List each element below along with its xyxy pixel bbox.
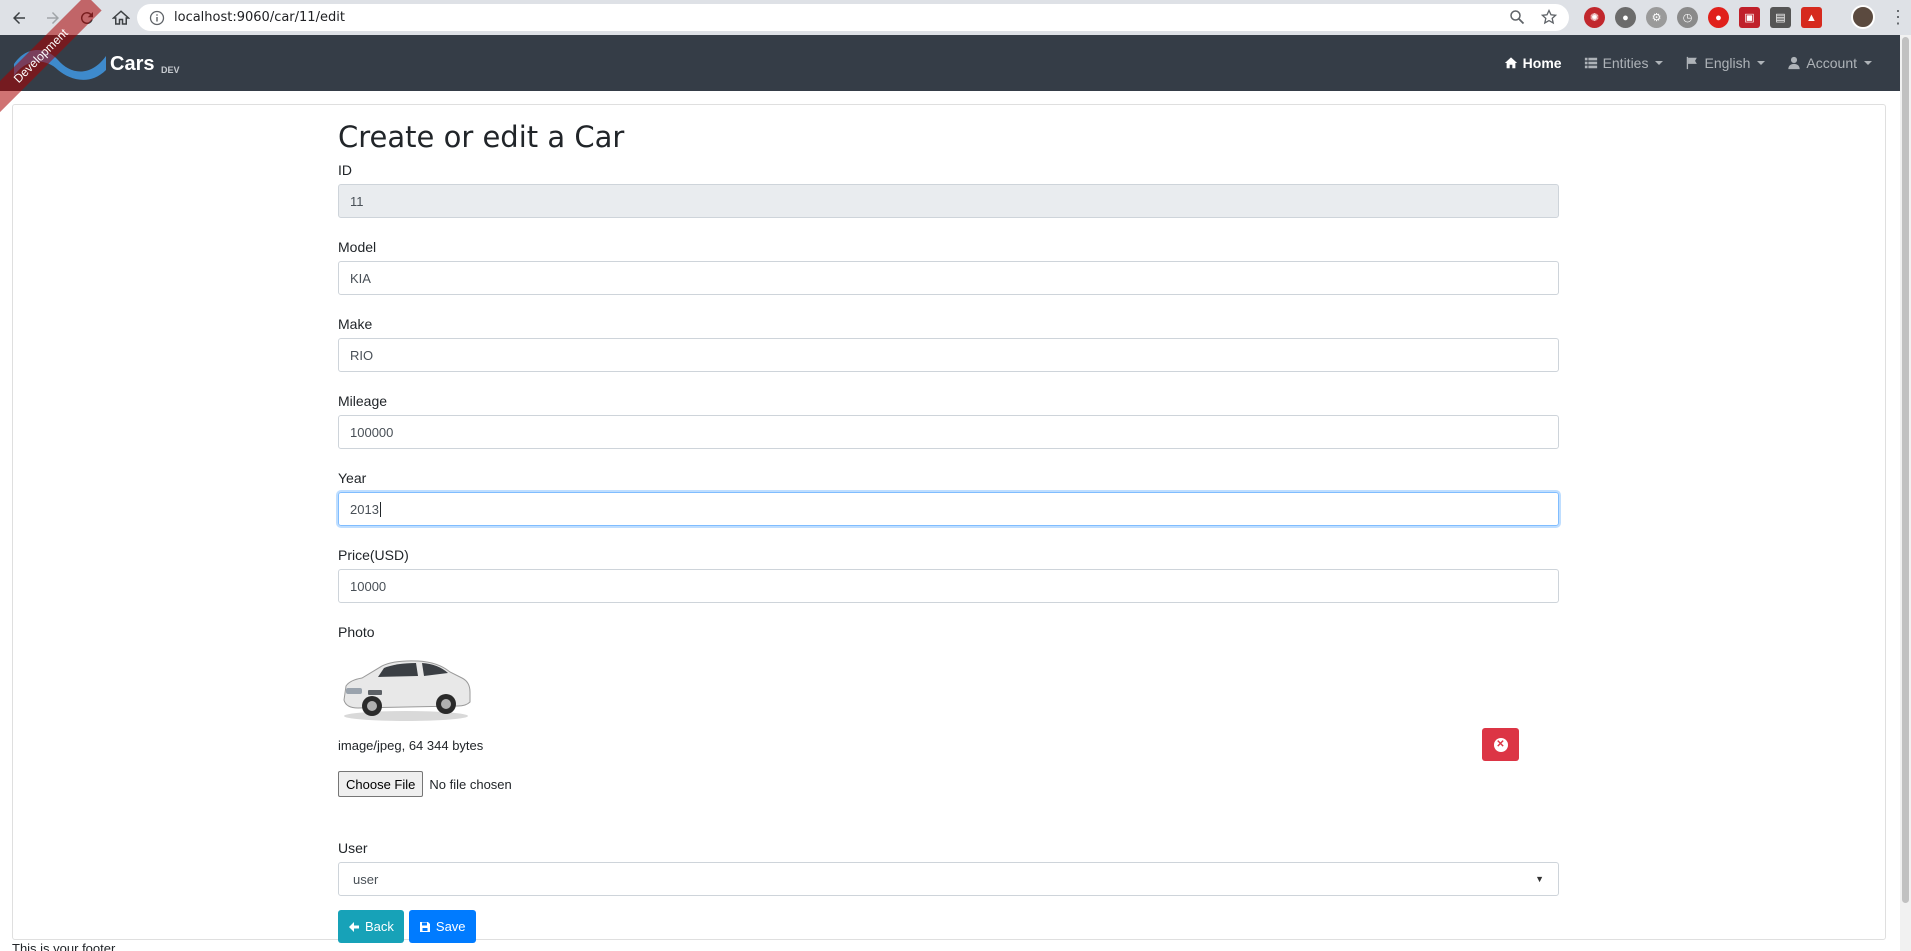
mileage-label: Mileage <box>338 393 388 409</box>
save-button-label: Save <box>435 919 466 934</box>
user-select-value: user <box>353 871 379 887</box>
price-label: Price(USD) <box>338 547 409 563</box>
browser-menu-icon[interactable]: ⋮ <box>1889 8 1907 26</box>
page-title: Create or edit a Car <box>338 120 625 154</box>
info-icon[interactable] <box>149 10 165 26</box>
list-icon <box>1584 57 1597 69</box>
photo-section: Photo image/jpeg, 64 344 bytes ✕ Choose … <box>338 622 1559 838</box>
make-field[interactable]: RIO <box>338 338 1559 372</box>
mileage-field[interactable]: 100000 <box>338 415 1559 449</box>
save-button[interactable]: Save <box>408 910 476 943</box>
flag-icon <box>1687 56 1698 70</box>
price-field[interactable]: 10000 <box>338 569 1559 603</box>
photo-metadata: image/jpeg, 64 344 bytes <box>338 738 484 753</box>
id-label: ID <box>338 162 352 178</box>
caret-down-icon <box>1655 61 1664 65</box>
caret-down-icon <box>1757 61 1766 65</box>
select-arrow-icon: ▼ <box>1535 874 1544 884</box>
page-scrollbar[interactable] <box>1900 35 1911 951</box>
brand-version: DEV <box>161 65 180 75</box>
nav-account-label: Account <box>1806 55 1857 71</box>
photo-label: Photo <box>338 624 375 640</box>
user-icon <box>1788 56 1801 70</box>
save-icon <box>419 921 430 932</box>
car-photo[interactable] <box>338 644 474 724</box>
mileage-value: 100000 <box>350 424 394 440</box>
price-value: 10000 <box>350 578 387 594</box>
id-value: 11 <box>350 193 364 209</box>
extension-icon[interactable]: ✺ <box>1584 7 1605 28</box>
choose-file-button[interactable]: Choose File <box>338 771 424 797</box>
profile-avatar[interactable] <box>1851 5 1875 29</box>
back-button[interactable]: Back <box>338 910 404 943</box>
times-circle-icon: ✕ <box>1493 737 1508 752</box>
year-field[interactable]: 2013 <box>338 492 1559 526</box>
car-edit-form: Create or edit a Car ID 11 Model KIA Mak… <box>338 116 1559 943</box>
make-value: RIO <box>350 347 374 363</box>
year-value: 2013 <box>350 501 379 517</box>
extension-icon[interactable]: ● <box>1615 7 1636 28</box>
scrollbar-thumb[interactable] <box>1902 37 1909 903</box>
id-field: 11 <box>338 184 1559 218</box>
user-label: User <box>338 840 368 856</box>
bookmark-star-icon[interactable] <box>1541 9 1557 25</box>
zoom-icon[interactable] <box>1509 9 1525 25</box>
model-field[interactable]: KIA <box>338 261 1559 295</box>
make-label: Make <box>338 316 373 332</box>
home-icon <box>1504 57 1517 69</box>
extension-icon[interactable]: ◷ <box>1677 7 1698 28</box>
nav-language[interactable]: English <box>1685 55 1766 71</box>
url-text: localhost:9060/car/11/edit <box>174 10 345 25</box>
user-select[interactable]: user ▼ <box>338 862 1559 896</box>
brand-title[interactable]: Cars <box>110 53 154 76</box>
home-browser-icon[interactable] <box>106 3 136 33</box>
page-footer: This is your footer <box>12 941 116 951</box>
address-bar[interactable]: localhost:9060/car/11/edit <box>137 4 1569 31</box>
nav-entities-label: Entities <box>1602 55 1649 71</box>
nav-home-label: Home <box>1522 55 1562 71</box>
arrow-left-icon <box>349 921 359 932</box>
year-label: Year <box>338 470 367 486</box>
extension-icon[interactable]: ▲ <box>1801 7 1822 28</box>
nav-home[interactable]: Home <box>1504 55 1562 71</box>
browser-toolbar: localhost:9060/car/11/edit ✺ ● ⚙ ◷ ● ▣ ▤… <box>0 0 1911 35</box>
no-file-text: No file chosen <box>429 776 512 792</box>
nav-entities[interactable]: Entities <box>1584 55 1664 71</box>
app-navbar: Development Cars DEV Home Entities Engli… <box>0 0 1900 117</box>
nav-language-label: English <box>1704 55 1751 71</box>
back-arrow-icon[interactable] <box>4 3 34 33</box>
text-cursor <box>379 501 381 517</box>
remove-photo-button[interactable]: ✕ <box>1482 728 1519 761</box>
extension-icon[interactable]: ▤ <box>1770 7 1791 28</box>
model-value: KIA <box>350 270 371 286</box>
back-button-label: Back <box>365 919 394 934</box>
extension-icon[interactable]: ⚙ <box>1646 7 1667 28</box>
caret-down-icon <box>1864 61 1872 65</box>
model-label: Model <box>338 239 377 255</box>
nav-account[interactable]: Account <box>1787 55 1872 71</box>
extension-icon[interactable]: ● <box>1708 7 1729 28</box>
extension-icon[interactable]: ▣ <box>1739 7 1760 28</box>
